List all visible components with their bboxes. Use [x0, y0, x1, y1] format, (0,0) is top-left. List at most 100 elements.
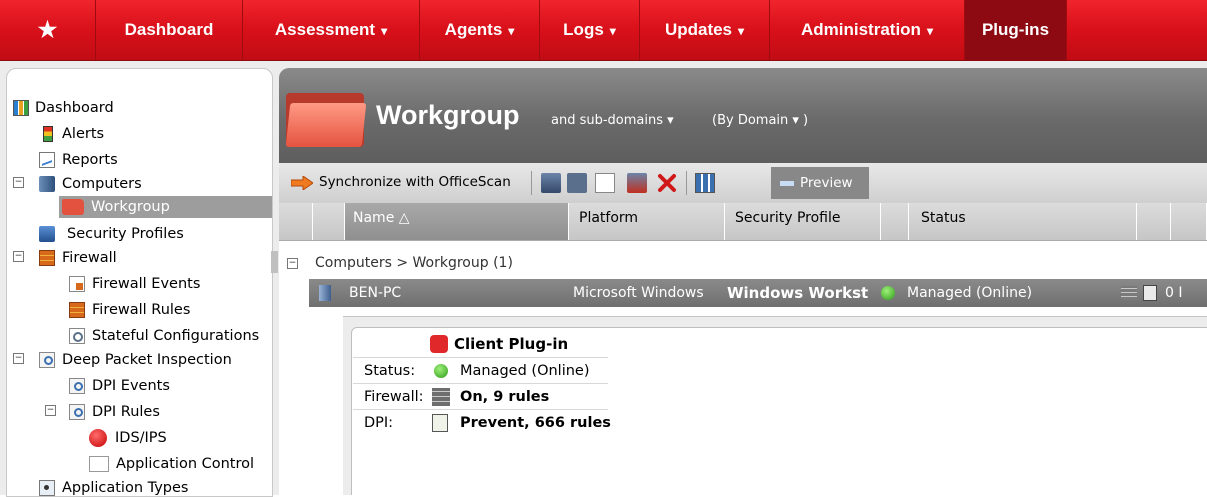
preview-label: Preview: [800, 175, 853, 191]
grid-header: Name △ Platform Security Profile Status: [279, 203, 1207, 241]
tree-label: Security Profiles: [67, 226, 184, 242]
preview-toggle-button[interactable]: Preview: [771, 167, 869, 199]
client-plugin-card: Client Plug-in Status: Managed (Online) …: [351, 327, 1207, 495]
tree-label: Application Types: [62, 480, 189, 496]
page-title: Workgroup: [376, 100, 520, 130]
column-select[interactable]: [279, 203, 313, 240]
application-control-icon: [89, 456, 109, 472]
row-status: Managed (Online): [907, 285, 1033, 301]
column-extra-header[interactable]: [1143, 203, 1171, 240]
dpi-status-icon: [1143, 285, 1157, 301]
dashboard-icon: [13, 100, 29, 116]
column-name-header[interactable]: Name △: [345, 203, 569, 240]
tree-label: DPI Events: [92, 378, 170, 394]
report-icon: [39, 152, 55, 168]
firewall-events-icon: [69, 276, 85, 292]
synchronize-officescan-button[interactable]: Synchronize with OfficeScan: [319, 174, 511, 190]
scope-dropdown[interactable]: and sub-domains ▾: [551, 113, 674, 128]
column-extra-header[interactable]: [1177, 203, 1207, 240]
nav-logs[interactable]: Logs ▾: [540, 0, 640, 60]
tree-label: Deep Packet Inspection: [62, 352, 232, 368]
dpi-icon: [432, 414, 448, 432]
chevron-down-icon: ▾: [609, 24, 616, 38]
nav-dashboard-label: Dashboard: [124, 20, 214, 39]
column-security-profile-header[interactable]: Security Profile: [725, 203, 881, 240]
computer-details-icon[interactable]: [541, 173, 561, 193]
tree-label: DPI Rules: [92, 404, 160, 420]
client-plugin-icon: [430, 335, 448, 353]
column-platform-header[interactable]: Platform: [569, 203, 725, 240]
columns-icon[interactable]: [695, 173, 715, 193]
column-name-label: Name △: [353, 210, 410, 226]
computer-export-icon[interactable]: [627, 173, 647, 193]
nav-plug-ins-label: Plug-ins: [981, 20, 1050, 39]
dpi-events-icon: [69, 378, 85, 394]
collapse-group-toggle[interactable]: −: [287, 258, 298, 269]
tree-label: Firewall Rules: [92, 302, 191, 318]
firewall-icon: [432, 388, 450, 406]
nav-administration[interactable]: Administration ▾: [770, 0, 965, 60]
nav-agents-label: Agents: [444, 20, 503, 39]
status-online-icon: [434, 364, 448, 378]
firewall-status-icon: [1121, 286, 1137, 300]
main-panel: Workgroup and sub-domains ▾ (By Domain ▾…: [278, 61, 1207, 495]
favorites-star-button[interactable]: ★: [0, 0, 96, 60]
column-status-label: Status: [921, 210, 966, 226]
table-row-ben-pc[interactable]: BEN-PC Microsoft Windows Windows Workst …: [309, 279, 1207, 307]
tree-label: Alerts: [62, 126, 105, 142]
nav-assessment[interactable]: Assessment ▾: [243, 0, 420, 60]
nav-dashboard[interactable]: Dashboard: [96, 0, 243, 60]
toolbar-divider: [686, 171, 687, 195]
tree-label: Firewall Events: [92, 276, 201, 292]
nav-logs-label: Logs: [563, 20, 604, 39]
arrow-right-icon: [291, 176, 313, 190]
collapse-dpi-rules-toggle[interactable]: −: [45, 405, 56, 416]
collapse-computers-toggle[interactable]: −: [13, 177, 24, 188]
navigation-tree-panel: Dashboard Alerts Reports − Computers Wor…: [0, 61, 278, 497]
status-label: Status:: [364, 363, 416, 379]
firewall-label: Firewall:: [364, 389, 424, 405]
computer-help-icon[interactable]: [567, 173, 587, 193]
folder-icon: [62, 199, 84, 215]
security-profile-icon: [39, 226, 55, 242]
collapse-firewall-toggle[interactable]: −: [13, 251, 24, 262]
chevron-down-icon: ▾: [926, 24, 933, 38]
folder-icon: [285, 87, 367, 149]
view-dropdown[interactable]: (By Domain ▾ ): [712, 113, 808, 128]
tree-label: Dashboard: [35, 100, 114, 116]
star-icon: ★: [37, 17, 58, 42]
column-status-icon-header[interactable]: [881, 203, 909, 240]
firewall-rules-icon: [69, 302, 85, 318]
main-content: Workgroup and sub-domains ▾ (By Domain ▾…: [279, 68, 1207, 495]
status-value: Managed (Online): [460, 363, 590, 379]
divider: [353, 383, 608, 384]
computer-icon: [39, 176, 55, 192]
computer-icon: [319, 285, 331, 301]
tree-label: Reports: [62, 152, 118, 168]
plugin-title: Client Plug-in: [454, 335, 569, 353]
tree-label: Firewall: [62, 250, 117, 266]
divider: [353, 357, 608, 358]
application-types-icon: [39, 480, 55, 496]
preview-icon: [780, 181, 794, 186]
alert-icon: [43, 126, 53, 142]
chevron-down-icon: ▾: [738, 24, 745, 38]
search-document-icon[interactable]: [595, 173, 615, 193]
delete-icon[interactable]: [657, 173, 677, 193]
page-header: Workgroup and sub-domains ▾ (By Domain ▾…: [279, 68, 1207, 163]
tree-item-workgroup[interactable]: Workgroup: [59, 196, 272, 218]
dpi-rules-icon: [69, 404, 85, 420]
column-icon[interactable]: [313, 203, 345, 240]
stateful-configuration-icon: [69, 328, 85, 344]
nav-plug-ins[interactable]: Plug-ins: [965, 0, 1067, 60]
navigation-tree: Dashboard Alerts Reports − Computers Wor…: [6, 68, 273, 497]
column-status-header[interactable]: Status: [909, 203, 1137, 240]
dpi-label: DPI:: [364, 415, 394, 431]
tree-scroll-handle[interactable]: [271, 251, 278, 273]
divider: [353, 409, 608, 410]
nav-agents[interactable]: Agents ▾: [420, 0, 540, 60]
nav-updates[interactable]: Updates ▾: [640, 0, 770, 60]
column-security-profile-label: Security Profile: [735, 210, 841, 226]
row-name: BEN-PC: [349, 285, 402, 301]
collapse-dpi-toggle[interactable]: −: [13, 353, 24, 364]
